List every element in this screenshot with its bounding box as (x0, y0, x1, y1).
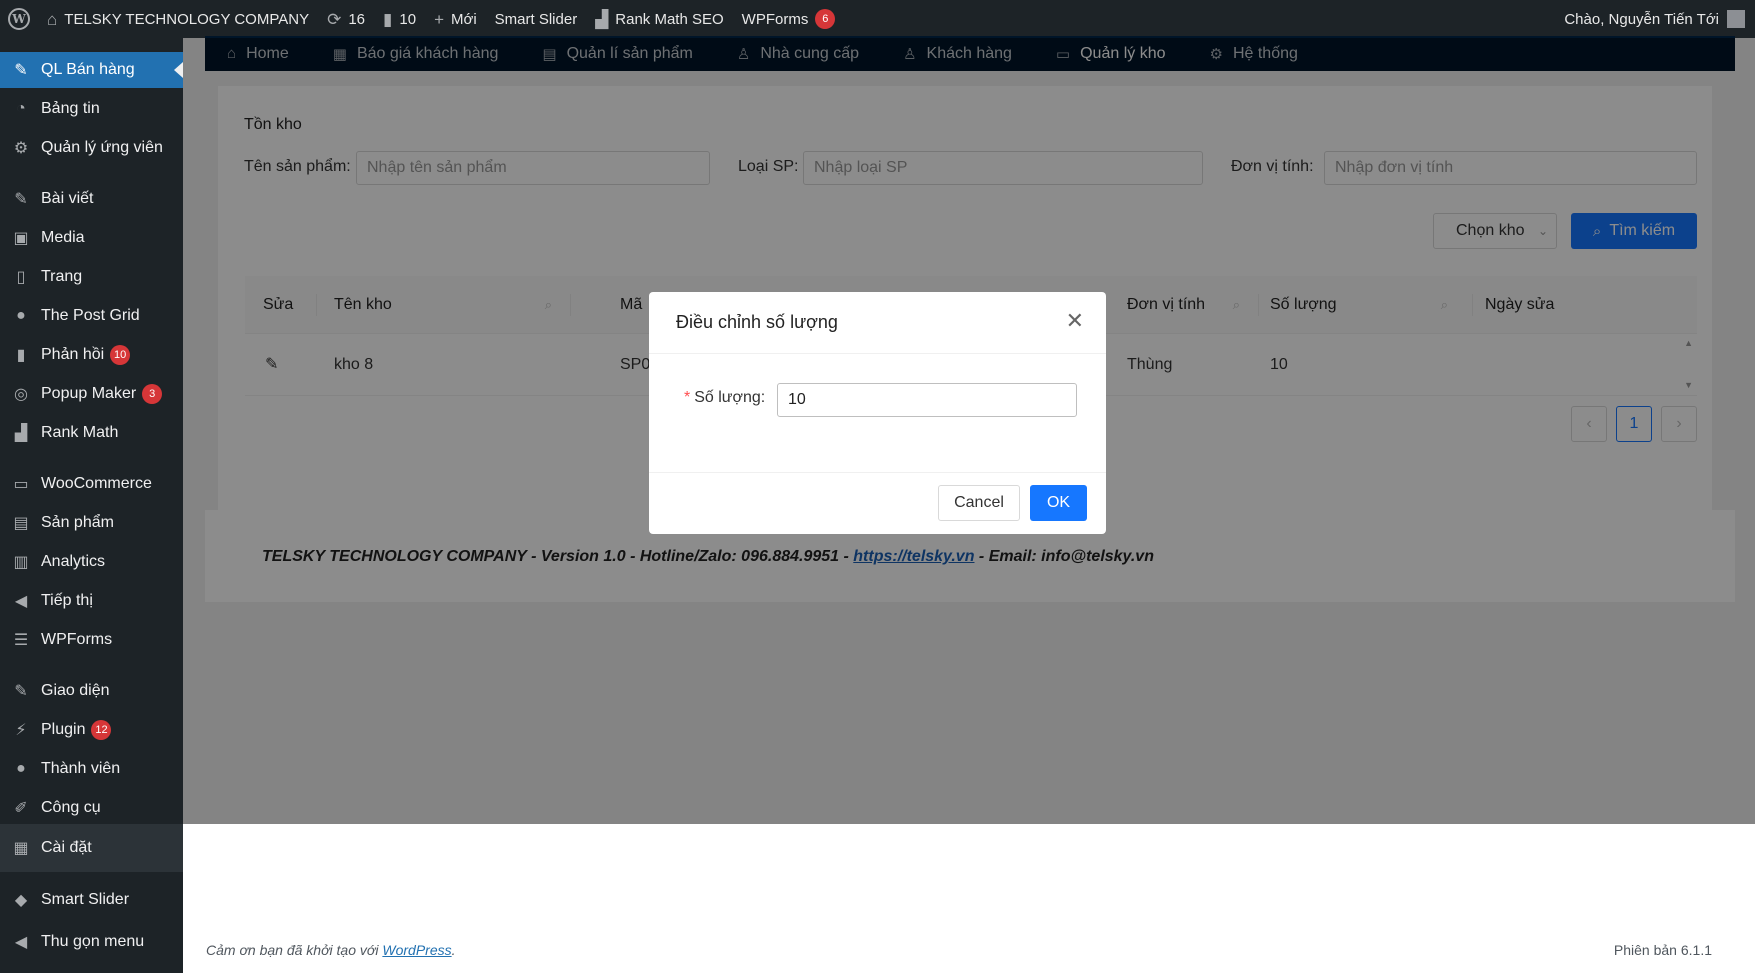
rank-math-link[interactable]: ▟ Rank Math SEO (586, 0, 732, 38)
sidebar-item-san-pham[interactable]: ▤ Sản phẩm (0, 505, 183, 541)
modal-title: Điều chỉnh số lượng (676, 312, 838, 332)
updates-link[interactable]: ⟳ 16 (318, 0, 374, 38)
sidebar-item-trang[interactable]: ▯ Trang (0, 259, 183, 295)
site-name-link[interactable]: ⌂ TELSKY TECHNOLOGY COMPANY (38, 0, 318, 38)
sidebar-item-media[interactable]: ▣ Media (0, 220, 183, 256)
sidebar-item-quan-ly-ung-vien[interactable]: ⚙ Quản lý ứng viên (0, 130, 183, 166)
sidebar-item-tiep-thi[interactable]: ◀ Tiếp thị (0, 583, 183, 619)
sidebar-item-bang-tin[interactable]: ◔ Bảng tin (0, 91, 183, 127)
smart-slider-link[interactable]: Smart Slider (486, 0, 587, 38)
ok-button[interactable]: OK (1030, 485, 1087, 521)
home-icon: ⌂ (47, 9, 58, 29)
sidebar-item-cong-cu[interactable]: ✐ Công cụ (0, 790, 183, 826)
refresh-icon: ⟳ (327, 9, 342, 29)
sidebar-item-popup-maker[interactable]: ◎ Popup Maker 3 (0, 376, 183, 412)
modal-divider (649, 353, 1106, 354)
brush-icon: ✎ (14, 683, 28, 700)
avatar (1727, 10, 1745, 28)
account-menu[interactable]: Chào, Nguyễn Tiến Tới (1564, 0, 1745, 38)
chart-icon: ▟ (595, 9, 609, 29)
bar-chart-icon: ▥ (13, 554, 29, 571)
sidebar-item-rank-math[interactable]: ▟ Rank Math (0, 415, 183, 451)
comment-icon: ▮ (16, 347, 26, 364)
box-icon: ▤ (13, 515, 29, 532)
megaphone-icon: ◀ (14, 593, 28, 610)
wpforms-link[interactable]: WPForms 6 (733, 0, 845, 38)
page-icon: ▯ (16, 269, 26, 286)
popup-badge: 3 (142, 384, 163, 404)
sidebar-item-the-post-grid[interactable]: ● The Post Grid (0, 298, 183, 334)
plug-icon: ⚡ (15, 722, 27, 739)
wordpress-link[interactable]: WordPress (382, 942, 451, 958)
pin-icon: ✎ (14, 62, 28, 79)
sidebar-item-plugin[interactable]: ⚡ Plugin 12 (0, 712, 183, 748)
sidebar-item-analytics[interactable]: ▥ Analytics (0, 544, 183, 580)
wrench-icon: ✐ (14, 800, 28, 817)
woo-icon: ▭ (13, 476, 29, 493)
sidebar-item-wpforms[interactable]: ☰ WPForms (0, 622, 183, 658)
admin-bar: W ⌂ TELSKY TECHNOLOGY COMPANY ⟳ 16 ▮ 10 + Mớ… (0, 0, 1755, 38)
wordpress-logo-icon[interactable]: W (0, 8, 38, 30)
collapse-menu-button[interactable]: ◀ Thu gọn menu (0, 924, 183, 960)
user-icon: ● (16, 760, 26, 777)
sidebar-item-thanh-vien[interactable]: ● Thành viên (0, 751, 183, 787)
footer-version: Phiên bản 6.1.1 (1613, 942, 1712, 958)
media-icon: ▣ (13, 230, 29, 247)
comments-link[interactable]: ▮ 10 (374, 0, 425, 38)
sidebar-item-phan-hoi[interactable]: ▮ Phản hồi 10 (0, 337, 183, 373)
required-marker: * (684, 389, 691, 406)
admin-sidebar: ✎ QL Bán hàng ◔ Bảng tin ⚙ Quản lý ứng viên… (0, 38, 183, 973)
settings-icon: ▦ (13, 840, 29, 857)
sidebar-item-bai-viet[interactable]: ✎ Bài viết (0, 181, 183, 217)
collapse-icon: ◀ (14, 934, 28, 951)
sidebar-item-woocommerce[interactable]: ▭ WooCommerce (0, 466, 183, 502)
modal-divider (649, 472, 1106, 473)
greeting-text: Chào, Nguyễn Tiến Tới (1564, 10, 1719, 28)
sidebar-item-ql-ban-hang[interactable]: ✎ QL Bán hàng (0, 52, 183, 88)
popup-icon: ◎ (14, 386, 28, 403)
pin-icon: ✎ (14, 191, 28, 208)
sidebar-item-giao-dien[interactable]: ✎ Giao diện (0, 673, 183, 709)
comments-badge: 10 (110, 345, 131, 365)
quantity-label: * Số lượng: (684, 389, 766, 406)
chart-icon: ▟ (14, 425, 28, 442)
quantity-input[interactable]: 10 (777, 383, 1077, 417)
gear-icon: ⚙ (13, 140, 29, 157)
wpforms-badge: 6 (815, 9, 836, 29)
sidebar-item-cai-dat[interactable]: ▦ Cài đặt (0, 824, 183, 872)
comment-icon: ▮ (383, 9, 393, 29)
footer-thanks: Cảm ơn bạn đã khởi tạo với WordPress. (206, 942, 456, 958)
sidebar-item-smart-slider[interactable]: ◆ Smart Slider (0, 882, 183, 918)
adjust-quantity-modal: Điều chỉnh số lượng ✕ * Số lượng: 10 Canc… (649, 292, 1106, 534)
slider-icon: ◆ (14, 892, 28, 909)
wp-footer: Cảm ơn bạn đã khởi tạo với WordPress. Ph… (183, 824, 1755, 973)
plus-icon: + (434, 9, 444, 29)
grid-icon: ● (16, 307, 26, 324)
new-content-link[interactable]: + Mới (425, 0, 486, 38)
cancel-button[interactable]: Cancel (938, 485, 1020, 521)
close-icon[interactable]: ✕ (1066, 308, 1084, 334)
plugin-badge: 12 (91, 720, 112, 740)
form-icon: ☰ (13, 632, 29, 649)
dashboard-icon: ◔ (16, 100, 26, 117)
